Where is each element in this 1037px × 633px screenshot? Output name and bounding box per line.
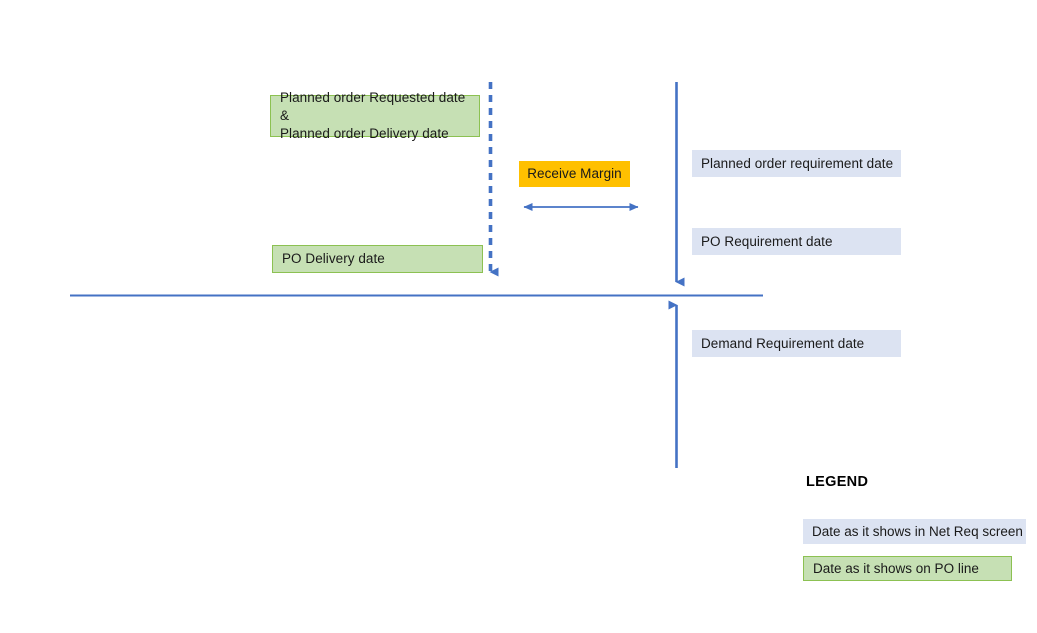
box-po-delivery-date: PO Delivery date	[272, 245, 483, 273]
box-label: Demand Requirement date	[701, 335, 865, 351]
box-label: PO Delivery date	[282, 251, 385, 267]
box-planned-order-requirement-date: Planned order requirement date	[692, 150, 901, 177]
legend-item-net-req-screen: Date as it shows in Net Req screen	[803, 519, 1026, 544]
legend-item-label: Date as it shows in Net Req screen	[812, 524, 1023, 539]
box-po-requirement-date: PO Requirement date	[692, 228, 901, 255]
box-label: Receive Margin	[527, 166, 622, 182]
legend-item-po-line: Date as it shows on PO line	[803, 556, 1012, 581]
diagram-canvas: Planned order Requested date & Planned o…	[0, 0, 1037, 633]
box-label: Planned order Requested date & Planned o…	[280, 90, 466, 141]
box-planned-order-requested-delivery: Planned order Requested date & Planned o…	[270, 90, 480, 141]
box-label: Planned order requirement date	[701, 155, 894, 171]
box-label: PO Requirement date	[701, 233, 833, 249]
legend-title: LEGEND	[806, 474, 869, 490]
box-receive-margin: Receive Margin	[519, 161, 630, 187]
box-demand-requirement-date: Demand Requirement date	[692, 330, 901, 357]
legend-item-label: Date as it shows on PO line	[813, 561, 979, 576]
